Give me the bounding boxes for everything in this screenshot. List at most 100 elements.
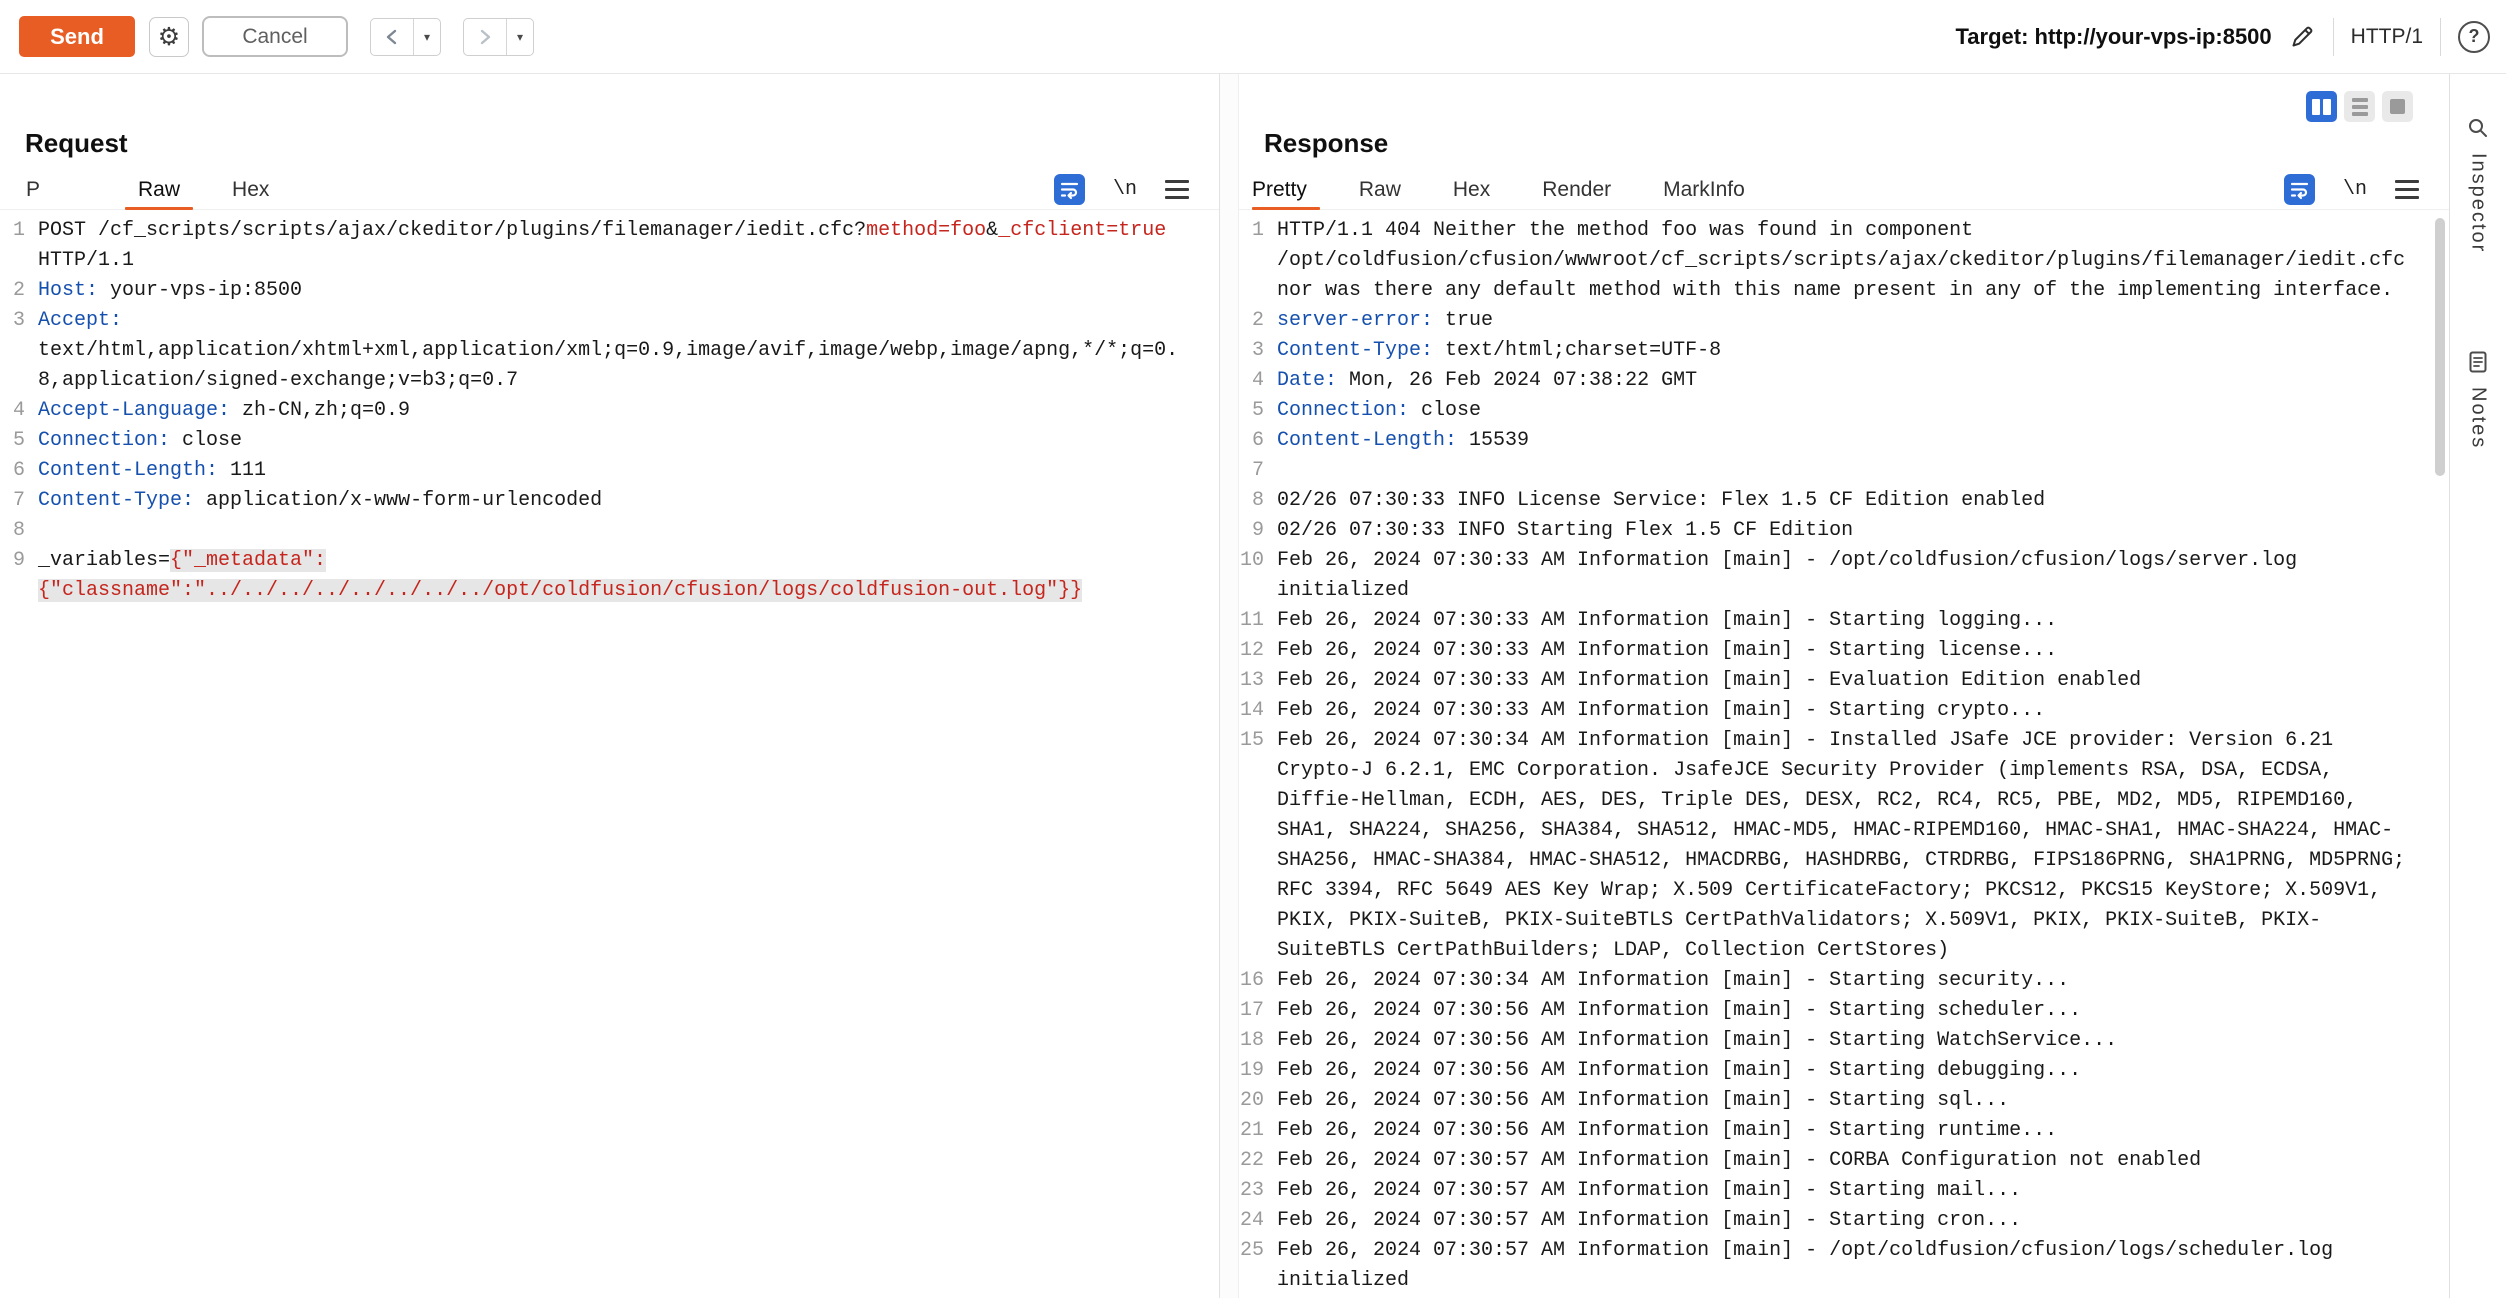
request-title: Request	[25, 128, 128, 159]
code-text: Feb 26, 2024 07:30:57 AM Information [ma…	[1277, 1236, 2417, 1296]
code-segment: Date:	[1277, 369, 1337, 392]
layout-rows-button[interactable]	[2344, 91, 2375, 122]
newline-toggle[interactable]: \n	[1113, 178, 1137, 201]
response-tab-markinfo[interactable]: MarkInfo	[1637, 170, 1771, 209]
code-segment: Feb 26, 2024 07:30:33 AM Information [ma…	[1277, 639, 2057, 662]
response-tab-render[interactable]: Render	[1516, 170, 1637, 209]
code-text: 02/26 07:30:33 INFO License Service: Fle…	[1277, 486, 2417, 516]
editor-menu-button[interactable]	[1165, 180, 1189, 199]
layout-columns-button[interactable]	[2306, 91, 2337, 122]
edit-target-button[interactable]	[2289, 23, 2316, 50]
history-back-button[interactable]	[371, 19, 414, 55]
code-line: 4Date: Mon, 26 Feb 2024 07:38:22 GMT	[1239, 366, 2449, 396]
panel-splitter[interactable]	[1219, 74, 1239, 1298]
line-number: 17	[1239, 996, 1264, 1026]
code-segment: 02/26 07:30:33 INFO License Service: Fle…	[1277, 489, 2045, 512]
settings-button[interactable]: ⚙	[149, 17, 189, 57]
history-forward-dropdown[interactable]: ▾	[507, 19, 533, 55]
response-tab-hex[interactable]: Hex	[1427, 170, 1516, 209]
code-line: 25Feb 26, 2024 07:30:57 AM Information […	[1239, 1236, 2449, 1296]
code-text: Feb 26, 2024 07:30:57 AM Information [ma…	[1277, 1146, 2417, 1176]
scrollbar-thumb[interactable]	[2435, 218, 2445, 476]
line-number: 16	[1239, 966, 1264, 996]
code-text	[38, 516, 1178, 546]
code-line: 8 02/26 07:30:33 INFO License Service: Fl…	[1239, 486, 2449, 516]
http-version-label[interactable]: HTTP/1	[2351, 25, 2423, 49]
send-button[interactable]: Send	[19, 16, 135, 57]
code-segment: _variables=	[38, 549, 170, 572]
code-text: Content-Length: 15539	[1277, 426, 2417, 456]
code-segment: server-error:	[1277, 309, 1433, 332]
request-tab-hex[interactable]: Hex	[206, 170, 295, 209]
tab-label: Raw	[138, 178, 180, 202]
hamburger-icon	[2395, 180, 2419, 183]
code-text: _variables={"_metadata":{"classname":"..…	[38, 546, 1178, 606]
code-line: 14Feb 26, 2024 07:30:33 AM Information […	[1239, 696, 2449, 726]
code-text: Accept-Language: zh-CN,zh;q=0.9	[38, 396, 1178, 426]
code-line: 8	[0, 516, 1219, 546]
code-text: Feb 26, 2024 07:30:56 AM Information [ma…	[1277, 1056, 2417, 1086]
line-number: 19	[1239, 1056, 1264, 1086]
line-number: 23	[1239, 1176, 1264, 1206]
question-mark-icon: ?	[2469, 26, 2480, 47]
code-segment: Feb 26, 2024 07:30:34 AM Information [ma…	[1277, 729, 2417, 962]
code-segment: Accept-Language:	[38, 399, 230, 422]
sidebar-tab-notes[interactable]: Notes	[2450, 350, 2506, 449]
response-scrollbar[interactable]	[2435, 216, 2445, 1292]
code-line: 13Feb 26, 2024 07:30:33 AM Information […	[1239, 666, 2449, 696]
chevron-left-icon	[384, 28, 400, 46]
line-number: 6	[0, 456, 25, 486]
code-line: 5Connection: close	[1239, 396, 2449, 426]
request-tab-raw[interactable]: Raw	[112, 170, 206, 209]
code-line: 23 Feb 26, 2024 07:30:57 AM Information […	[1239, 1176, 2449, 1206]
code-segment: Feb 26, 2024 07:30:57 AM Information [ma…	[1277, 1209, 2021, 1232]
code-segment: zh-CN,zh;q=0.9	[230, 399, 410, 422]
code-segment: Feb 26, 2024 07:30:57 AM Information [ma…	[1277, 1179, 2021, 1202]
layout-single-button[interactable]	[2382, 91, 2413, 122]
code-segment: text/html,application/xhtml+xml,applicat…	[38, 309, 1178, 392]
code-line: 11Feb 26, 2024 07:30:33 AM Information […	[1239, 606, 2449, 636]
line-number: 3	[0, 306, 25, 396]
editor-menu-button[interactable]	[2395, 180, 2419, 199]
code-line: 20Feb 26, 2024 07:30:56 AM Information […	[1239, 1086, 2449, 1116]
code-text: Date: Mon, 26 Feb 2024 07:38:22 GMT	[1277, 366, 2417, 396]
line-number: 2	[0, 276, 25, 306]
word-wrap-toggle[interactable]	[2284, 174, 2315, 205]
response-tab-pretty[interactable]: Pretty	[1239, 170, 1333, 209]
code-segment: Content-Length:	[1277, 429, 1457, 452]
code-line: 10Feb 26, 2024 07:30:33 AM Information […	[1239, 546, 2449, 606]
line-number: 1	[1239, 216, 1264, 306]
help-button[interactable]: ?	[2458, 21, 2490, 53]
history-forward-button[interactable]	[464, 19, 507, 55]
line-number: 10	[1239, 546, 1264, 606]
code-text: HTTP/1.1 404 Neither the method foo was …	[1277, 216, 2417, 306]
response-tab-raw[interactable]: Raw	[1333, 170, 1427, 209]
word-wrap-toggle[interactable]	[1054, 174, 1085, 205]
response-editor[interactable]: 1HTTP/1.1 404 Neither the method foo was…	[1239, 216, 2449, 1298]
code-segment: _cfclient=true	[998, 219, 1166, 242]
line-number: 2	[1239, 306, 1264, 336]
line-number: 11	[1239, 606, 1264, 636]
newline-toggle[interactable]: \n	[2343, 178, 2367, 201]
tab-label: Pretty	[1252, 178, 1307, 202]
code-segment: Feb 26, 2024 07:30:33 AM Information [ma…	[1277, 549, 2309, 602]
target-label: Target: http://your-vps-ip:8500	[1955, 24, 2271, 50]
sidebar-tab-inspector[interactable]: Inspector	[2450, 116, 2506, 253]
pencil-icon	[2289, 23, 2316, 50]
code-line: 4Accept-Language: zh-CN,zh;q=0.9	[0, 396, 1219, 426]
cancel-button[interactable]: Cancel	[202, 16, 348, 57]
line-number: 8	[1239, 486, 1264, 516]
line-number: 7	[0, 486, 25, 516]
word-wrap-icon	[2289, 179, 2310, 200]
line-number: 13	[1239, 666, 1264, 696]
code-segment: POST /cf_scripts/scripts/ajax/ckeditor/p…	[38, 219, 866, 242]
request-editor[interactable]: 1POST /cf_scripts/scripts/ajax/ckeditor/…	[0, 216, 1219, 1298]
caret-down-icon: ▾	[517, 30, 523, 44]
request-tab-pretty[interactable]: P	[0, 170, 66, 209]
code-text: Feb 26, 2024 07:30:56 AM Information [ma…	[1277, 1026, 2417, 1056]
code-segment: Content-Type:	[38, 489, 194, 512]
code-text: Feb 26, 2024 07:30:34 AM Information [ma…	[1277, 966, 2417, 996]
code-text: POST /cf_scripts/scripts/ajax/ckeditor/p…	[38, 216, 1178, 276]
history-back-dropdown[interactable]: ▾	[414, 19, 440, 55]
line-number: 6	[1239, 426, 1264, 456]
